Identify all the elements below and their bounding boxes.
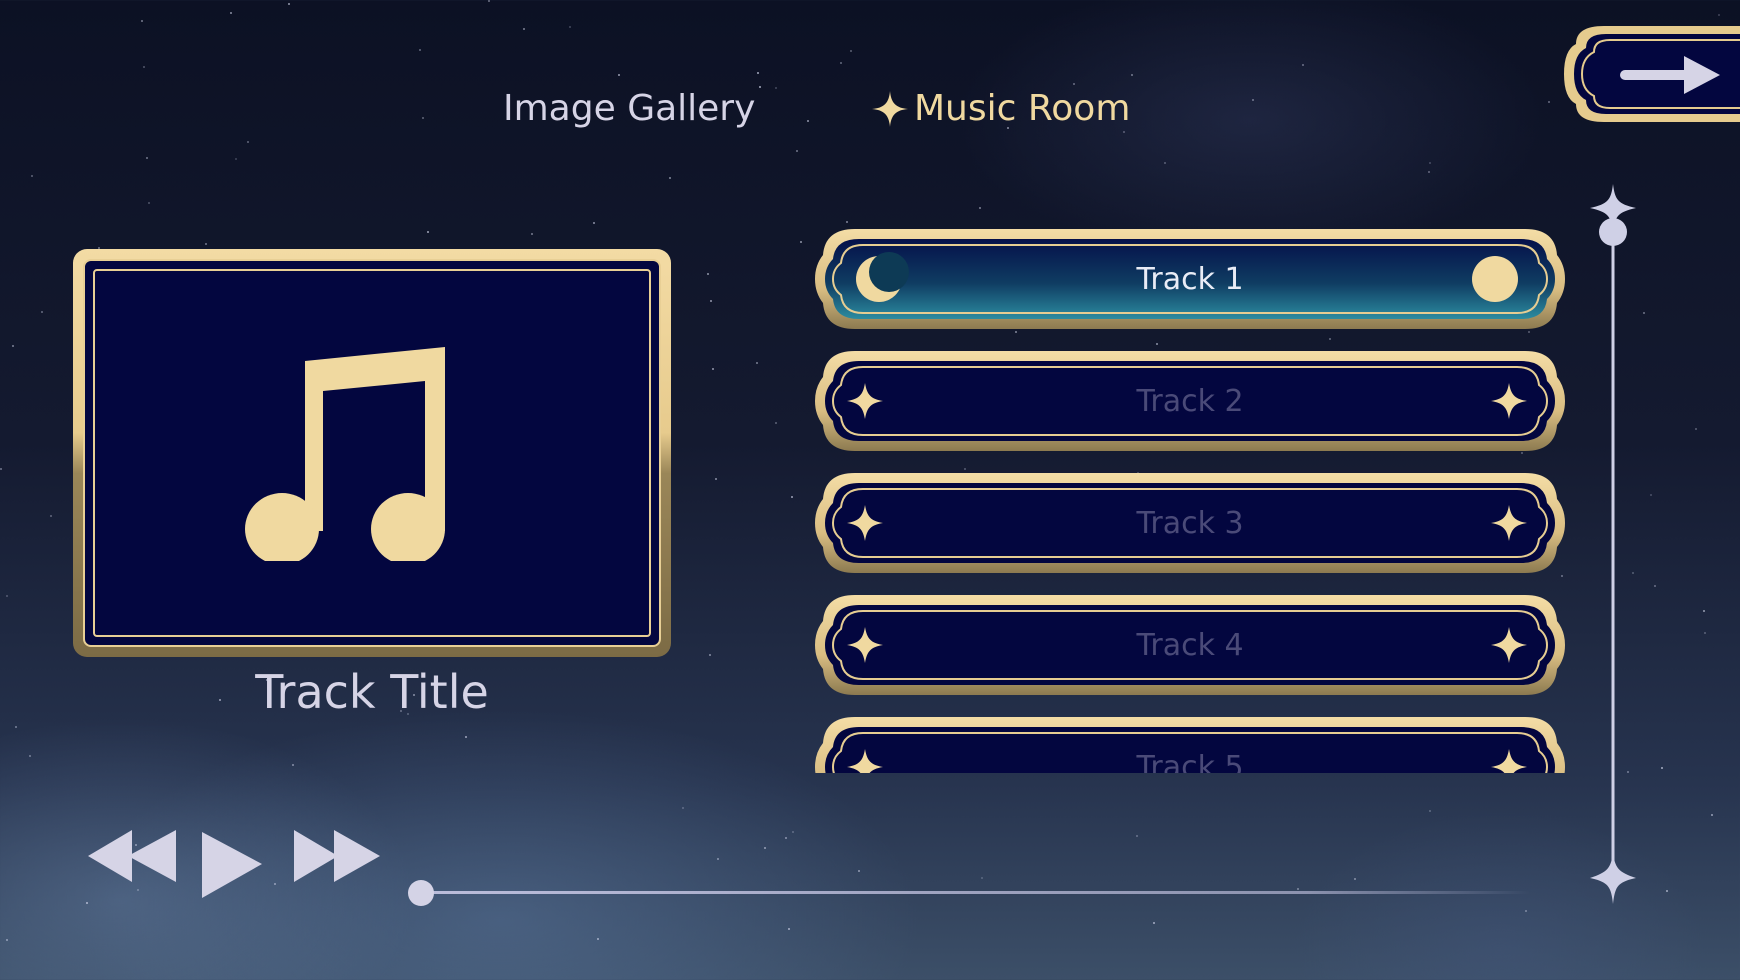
- track-list-scrollbar[interactable]: [1588, 180, 1638, 910]
- play-button[interactable]: [200, 830, 264, 900]
- track-item[interactable]: Track 1: [815, 225, 1565, 333]
- rewind-button[interactable]: [88, 826, 178, 886]
- album-cover: [73, 249, 671, 657]
- tab-image-gallery[interactable]: Image Gallery: [503, 88, 755, 129]
- progress-bar[interactable]: [420, 891, 1530, 894]
- sparkle-icon: [872, 90, 908, 127]
- track-label: Track 3: [1136, 505, 1244, 541]
- track-label: Track 5: [1136, 749, 1244, 774]
- tab-music-room[interactable]: Music Room: [872, 88, 1130, 129]
- track-item[interactable]: Track 3: [815, 469, 1565, 577]
- track-label: Track 4: [1136, 627, 1244, 663]
- track-item[interactable]: Track 2: [815, 347, 1565, 455]
- track-label: Track 2: [1136, 383, 1244, 419]
- track-list[interactable]: Track 1 Track 2 Track 3 Track 4 Track 5: [815, 225, 1565, 773]
- tab-music-room-label: Music Room: [914, 88, 1131, 129]
- tab-image-gallery-label: Image Gallery: [503, 88, 756, 129]
- scrollbar-thumb: [1599, 218, 1627, 246]
- track-label: Track 1: [1136, 261, 1244, 297]
- music-note-icon: [245, 347, 445, 561]
- fast-forward-button[interactable]: [292, 826, 382, 886]
- now-playing-title: Track Title: [255, 665, 489, 719]
- track-item[interactable]: Track 5: [815, 713, 1565, 773]
- progress-thumb[interactable]: [408, 880, 434, 906]
- arrow-right-icon: [1620, 56, 1720, 94]
- exit-button[interactable]: [1564, 24, 1740, 124]
- track-item[interactable]: Track 4: [815, 591, 1565, 699]
